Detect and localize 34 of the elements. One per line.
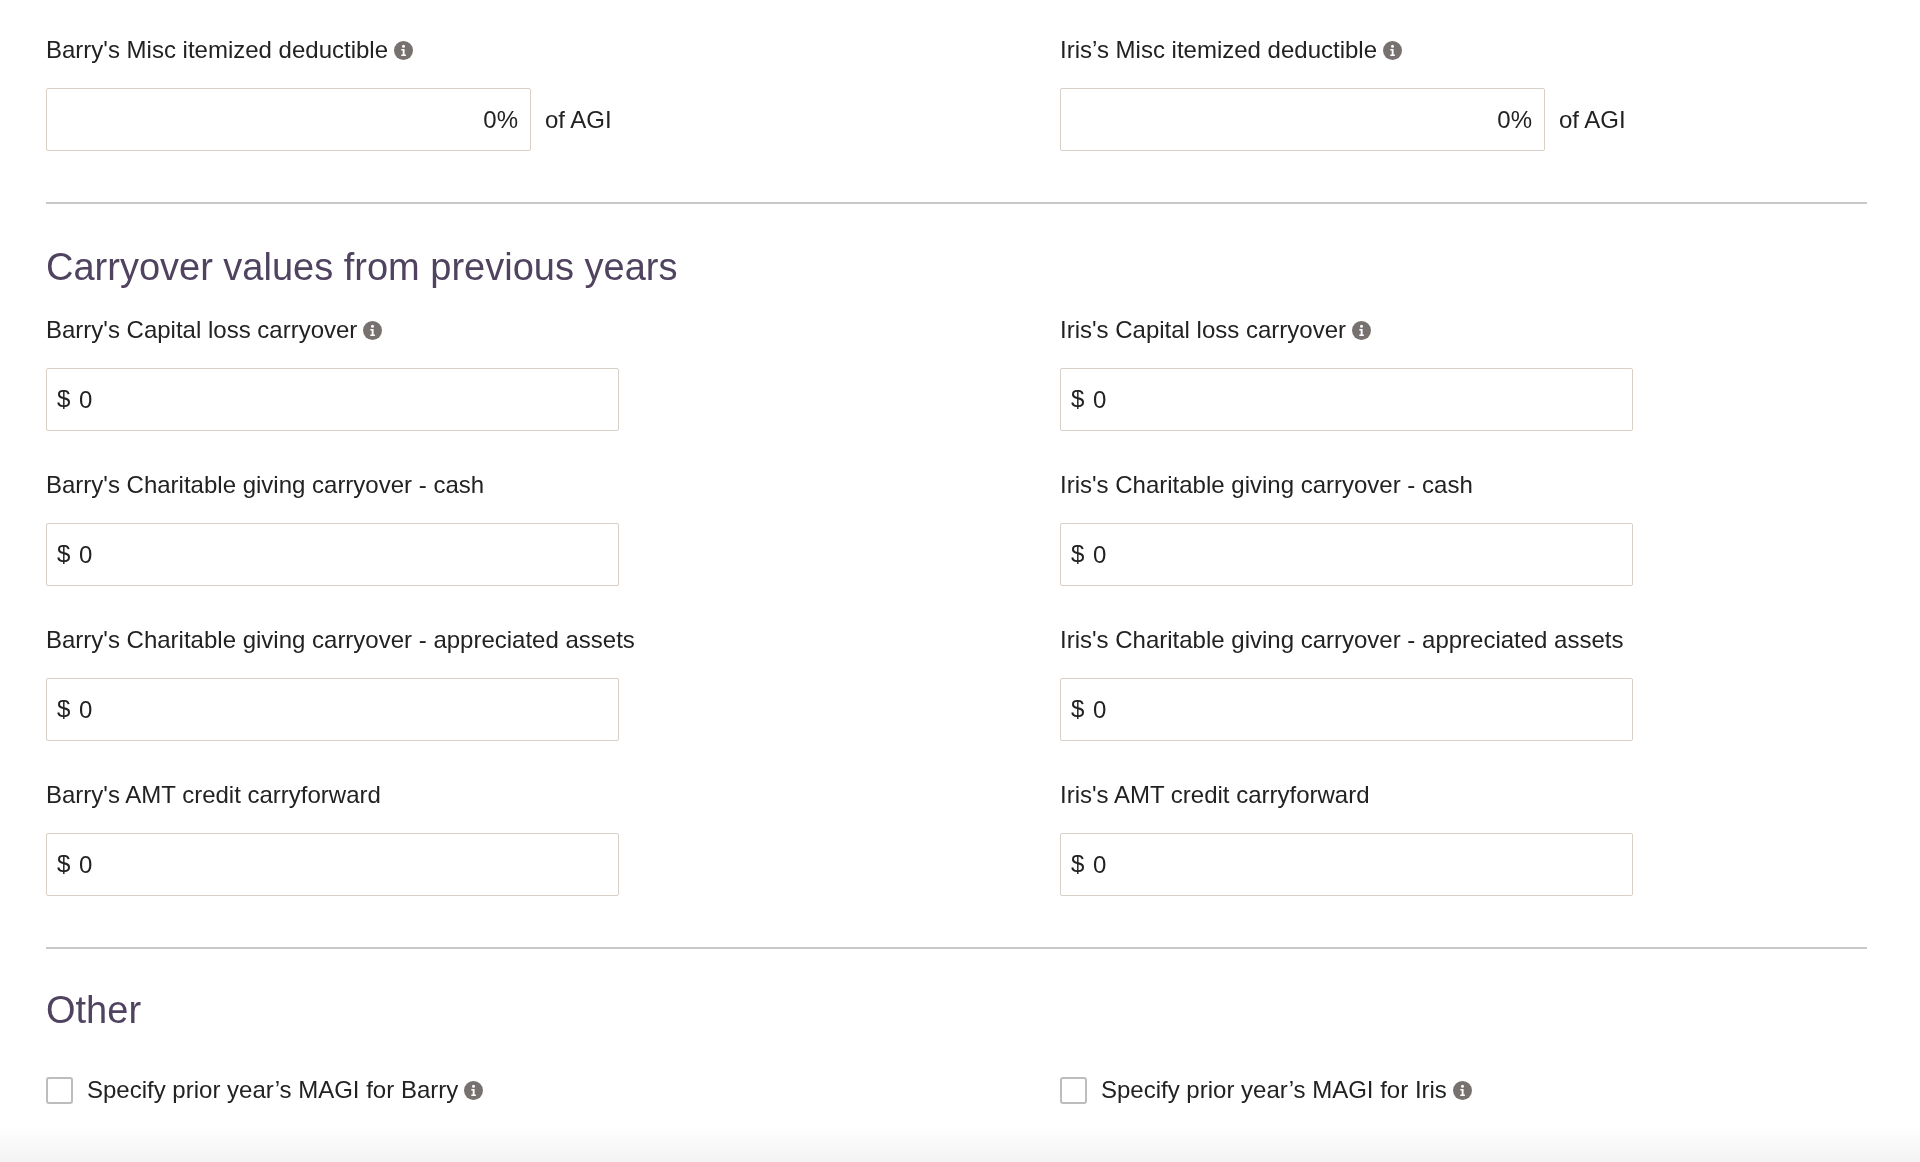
- section-heading: Other: [46, 988, 142, 1032]
- currency-symbol: $: [1071, 384, 1085, 414]
- field-label: Barry's Misc itemized deductible: [46, 36, 389, 64]
- currency-symbol: $: [57, 694, 71, 724]
- info-icon[interactable]: [1352, 320, 1371, 340]
- field-suffix: of AGI: [1559, 104, 1626, 135]
- currency-symbol: $: [1071, 694, 1085, 724]
- field-label: Iris's Charitable giving carryover - cash: [1060, 471, 1473, 499]
- checkbox[interactable]: [1060, 1076, 1087, 1104]
- info-icon[interactable]: [363, 320, 383, 340]
- info-icon[interactable]: [1452, 1080, 1472, 1100]
- field-label: Barry's Charitable giving carryover - appreciated assets: [46, 626, 635, 654]
- field-label: Barry's Charitable giving carryover - cash: [46, 471, 485, 499]
- currency-symbol: $: [57, 384, 71, 414]
- field-label: Iris's Charitable giving carryover - appreciated assets: [1060, 626, 1624, 654]
- info-icon[interactable]: [1383, 40, 1402, 60]
- info-icon[interactable]: [394, 40, 414, 60]
- field-label: Iris’s Misc itemized deductible: [1060, 36, 1377, 64]
- currency-symbol: $: [1071, 849, 1085, 879]
- currency-symbol: $: [1071, 539, 1085, 569]
- field-label: Barry's AMT credit carryforward: [46, 781, 381, 809]
- field-label: Barry's Capital loss carryover: [46, 316, 358, 344]
- section-heading: Carryover values from previous years: [46, 245, 678, 289]
- field-suffix: of AGI: [545, 104, 612, 135]
- checkbox-label: Specify prior year’s MAGI for Barry: [87, 1076, 459, 1104]
- checkbox[interactable]: [46, 1076, 73, 1104]
- percent-field[interactable]: 0%: [46, 88, 531, 151]
- info-icon[interactable]: [464, 1080, 484, 1100]
- percent-field[interactable]: 0%: [1060, 88, 1545, 151]
- currency-symbol: $: [57, 539, 71, 569]
- field-label: Iris's Capital loss carryover: [1060, 316, 1346, 344]
- checkbox-label: Specify prior year’s MAGI for Iris: [1101, 1076, 1447, 1104]
- currency-symbol: $: [57, 849, 71, 879]
- field-label: Iris's AMT credit carryforward: [1060, 781, 1370, 809]
